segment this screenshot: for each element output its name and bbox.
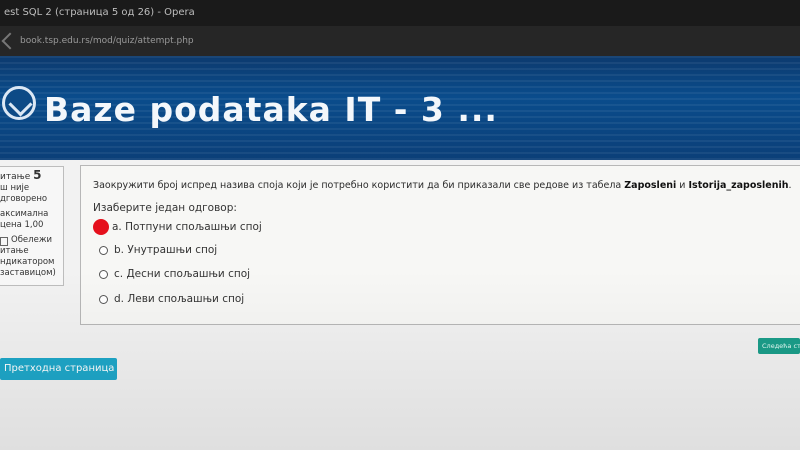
option-c[interactable]: c. Десни спољашњи спој: [99, 268, 250, 280]
option-a-label[interactable]: a. Потпуни спољашњи спој: [112, 221, 262, 233]
flag-text-line-3[interactable]: ндикатором: [0, 257, 61, 268]
course-title[interactable]: Baze podataka IT - 3 ...: [44, 90, 498, 129]
status-line-2: дговорено: [0, 194, 48, 204]
school-logo-icon[interactable]: [2, 86, 36, 120]
flag-question-link[interactable]: Обележи: [0, 235, 61, 246]
question-text: Заокружити број испред назива споја који…: [93, 180, 792, 191]
option-b-label[interactable]: b. Унутрашњи спој: [114, 244, 217, 256]
question-number: итање 5: [0, 168, 42, 182]
red-mark-radio[interactable]: [93, 219, 109, 235]
option-c-label[interactable]: c. Десни спољашњи спој: [114, 268, 250, 280]
window-title-bar: est SQL 2 (страница 5 од 26) - Opera: [0, 0, 800, 26]
flag-text-line-4[interactable]: заставицом): [0, 268, 61, 279]
radio-b[interactable]: [99, 245, 108, 255]
flag-text-line-1[interactable]: Обележи: [11, 235, 52, 246]
radio-d[interactable]: [99, 294, 108, 304]
option-a[interactable]: a. Потпуни спољашњи спој: [93, 219, 262, 235]
answer-prompt: Изаберите један одговор:: [93, 202, 237, 214]
course-banner: Baze podataka IT - 3 ...: [0, 56, 800, 160]
radio-c[interactable]: [99, 269, 108, 279]
window-title: est SQL 2 (страница 5 од 26) - Opera: [4, 7, 195, 18]
flag-text-line-2[interactable]: итање: [0, 246, 61, 257]
max-grade-line-2: цена 1,00: [0, 220, 44, 230]
next-page-button[interactable]: Следећа ст: [758, 338, 800, 354]
previous-page-button[interactable]: Претходна страница: [0, 358, 117, 380]
option-d-label[interactable]: d. Леви спољашњи спој: [114, 293, 244, 305]
status-line-1: ш није: [0, 183, 30, 193]
back-arrow-icon[interactable]: [1, 32, 19, 50]
question-panel: Заокружити број испред назива споја који…: [80, 165, 800, 325]
table-name-istorija: Istorija_zaposlenih: [688, 180, 789, 191]
option-d[interactable]: d. Леви спољашњи спој: [99, 293, 244, 305]
address-bar[interactable]: book.tsp.edu.rs/mod/quiz/attempt.php: [0, 26, 800, 56]
flag-icon[interactable]: [0, 237, 8, 246]
max-grade-line-1: аксимална: [0, 209, 49, 219]
question-info-block: итање 5 ш није дговорено аксимална цена …: [0, 166, 64, 286]
table-name-zaposleni: Zaposleni: [624, 180, 677, 191]
url-text[interactable]: book.tsp.edu.rs/mod/quiz/attempt.php: [20, 36, 194, 46]
option-b[interactable]: b. Унутрашњи спој: [99, 244, 217, 256]
